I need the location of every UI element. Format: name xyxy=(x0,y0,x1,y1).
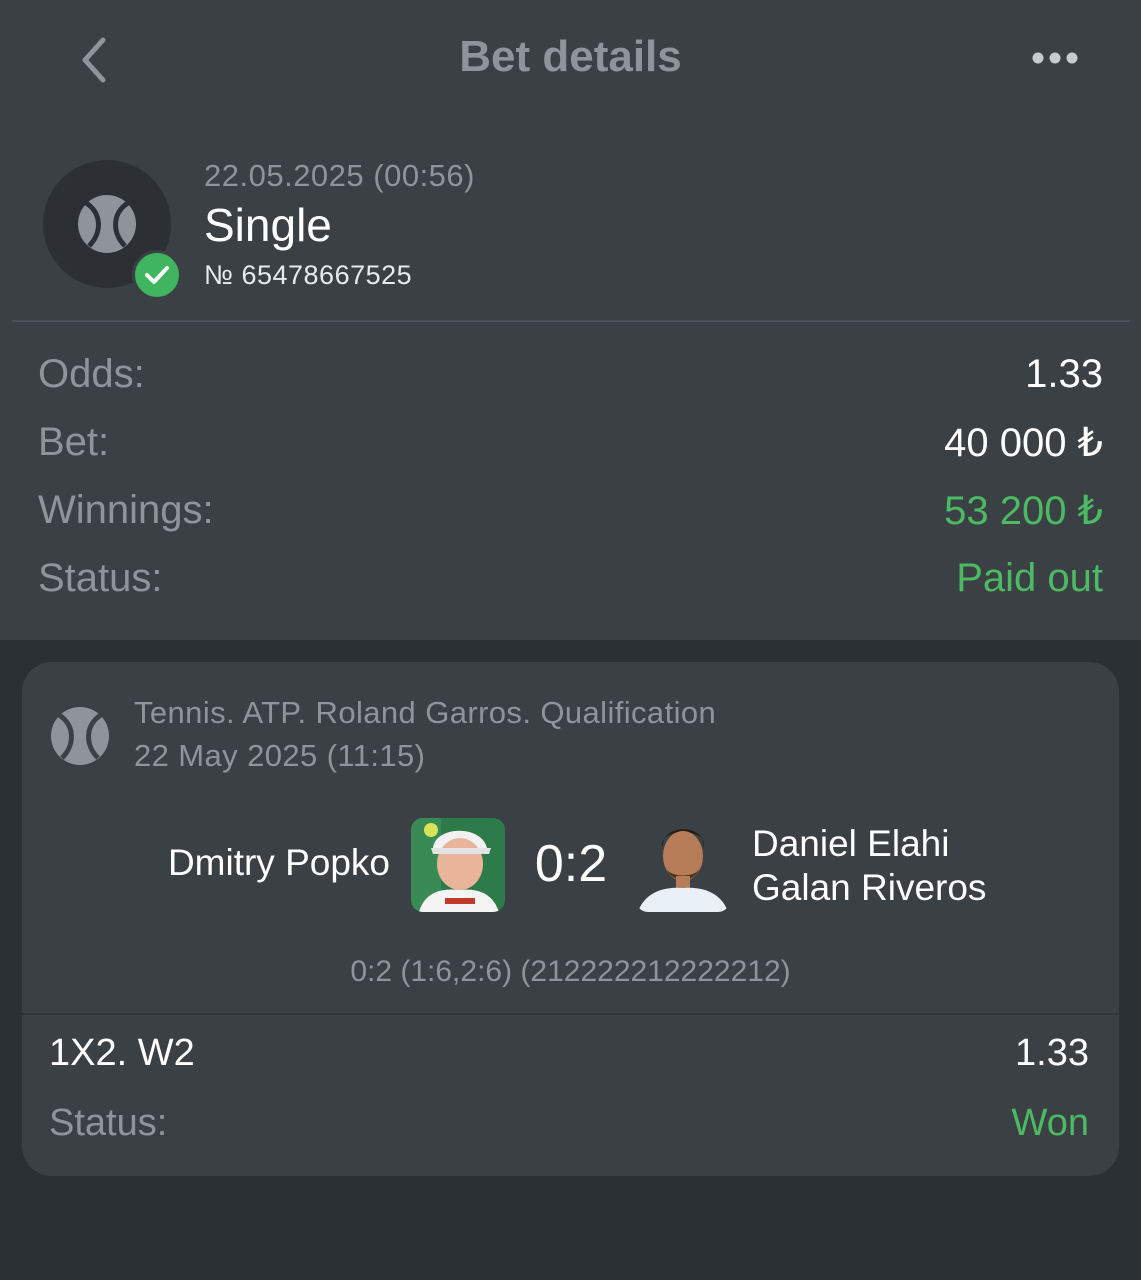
tennis-ball-icon xyxy=(51,707,109,765)
bet-label: Bet: xyxy=(38,420,110,464)
card-divider xyxy=(22,1013,1119,1015)
page-title: Bet details xyxy=(459,32,682,81)
selection-status-value: Won xyxy=(1011,1102,1089,1144)
event-title: Tennis. ATP. Roland Garros. Qualificatio… xyxy=(134,695,717,730)
event-date: 22 May 2025 (11:15) xyxy=(134,738,426,773)
player2-name-line1: Daniel Elahi xyxy=(752,823,950,864)
status-label: Status: xyxy=(38,556,163,600)
selection-status-label: Status: xyxy=(49,1102,168,1144)
score-details: 0:2 (1:6,2:6) (212222212222212) xyxy=(350,955,791,988)
market-odds: 1.33 xyxy=(1015,1032,1089,1074)
bet-value: 40 000 ₺ xyxy=(944,421,1103,465)
divider xyxy=(12,320,1130,322)
odds-label: Odds: xyxy=(38,352,145,396)
bet-type: Single xyxy=(204,199,332,251)
match-score: 0:2 xyxy=(534,835,608,893)
tennis-ball-icon xyxy=(78,195,136,253)
odds-value: 1.33 xyxy=(1025,352,1103,396)
player1-name: Dmitry Popko xyxy=(167,842,390,883)
more-dots-icon xyxy=(1032,52,1078,64)
player1-avatar xyxy=(411,818,505,912)
status-value: Paid out xyxy=(956,556,1103,600)
bet-number: № 65478667525 xyxy=(204,260,413,290)
market-label: 1X2. W2 xyxy=(49,1032,195,1074)
check-icon xyxy=(145,266,169,284)
more-options-button[interactable] xyxy=(1022,38,1088,78)
won-check-badge xyxy=(132,250,182,300)
player2-name: Daniel Elahi Galan Riveros xyxy=(752,822,986,910)
player2-name-line2: Galan Riveros xyxy=(752,867,987,908)
bet-date: 22.05.2025 (00:56) xyxy=(204,158,475,193)
winnings-label: Winnings: xyxy=(38,488,214,532)
winnings-value: 53 200 ₺ xyxy=(944,489,1103,533)
player2-avatar xyxy=(636,818,730,912)
